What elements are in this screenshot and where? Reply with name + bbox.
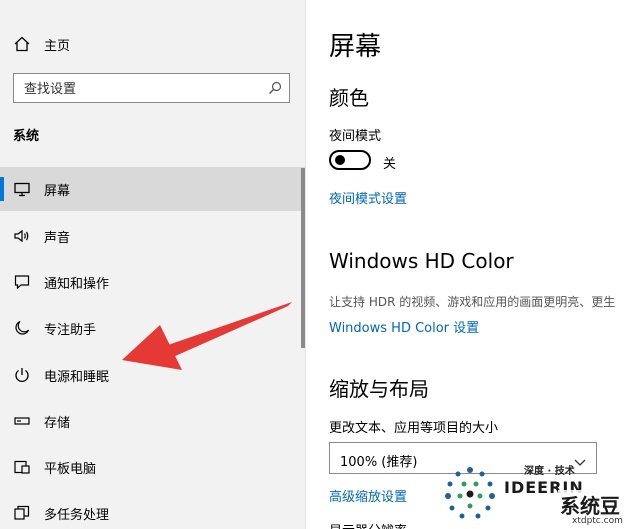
watermark-logo-icon [445, 467, 495, 519]
sidebar-item-label: 电源和睡眠 [44, 369, 110, 385]
sidebar-item-multitasking[interactable]: 多任务处理 [0, 491, 305, 529]
search-input[interactable] [24, 79, 254, 99]
sidebar-item-focus-assist[interactable]: 专注助手 [0, 306, 305, 350]
sidebar-item-label: 主页 [44, 38, 71, 54]
watermark-url: xtdptc.com [572, 516, 623, 526]
advanced-scaling-link[interactable]: 高级缩放设置 [329, 486, 407, 505]
speaker-icon [12, 226, 32, 246]
scale-layout-heading: 缩放与布局 [329, 377, 429, 401]
hd-color-heading: Windows HD Color [329, 249, 514, 273]
night-mode-label: 夜间模式 [329, 129, 382, 144]
sidebar-item-tablet[interactable]: 平板电脑 [0, 445, 305, 489]
toggle-knob [335, 155, 345, 165]
sidebar-item-display[interactable]: 屏幕 [0, 167, 305, 211]
sidebar-item-storage[interactable]: 存储 [0, 399, 305, 443]
section-heading-system: 系统 [13, 129, 40, 144]
night-mode-toggle[interactable] [329, 150, 371, 170]
sidebar-item-label: 屏幕 [44, 183, 71, 199]
search-box[interactable] [13, 73, 290, 103]
active-indicator [0, 177, 4, 201]
watermark-tagline: 深度 · 技术 [524, 466, 575, 477]
sidebar-item-label: 存储 [44, 415, 71, 431]
moon-icon [12, 318, 32, 338]
page-title: 屏幕 [329, 32, 382, 62]
multitasking-icon [12, 503, 32, 523]
sidebar-item-label: 平板电脑 [44, 461, 97, 477]
watermark: 深度 · 技术 IDEERIN 系统豆 xtdptc.com [440, 458, 640, 529]
scale-selected-value: 100% (推荐) [340, 455, 418, 470]
settings-sidebar: 主页 系统 屏幕 声音 通知和操作 专注助手 [0, 0, 305, 529]
resolution-label: 显示器分辨率 [329, 520, 407, 529]
tablet-icon [12, 457, 32, 477]
sidebar-item-label: 通知和操作 [44, 276, 110, 292]
hd-color-settings-link[interactable]: Windows HD Color 设置 [329, 317, 479, 336]
color-heading: 颜色 [329, 86, 369, 110]
sidebar-item-power-sleep[interactable]: 电源和睡眠 [0, 353, 305, 397]
search-icon[interactable] [267, 80, 283, 96]
night-mode-settings-link[interactable]: 夜间模式设置 [329, 188, 407, 207]
scale-label: 更改文本、应用等项目的大小 [329, 421, 499, 436]
sidebar-item-sound[interactable]: 声音 [0, 214, 305, 258]
sidebar-item-label: 声音 [44, 230, 71, 246]
notification-icon [12, 272, 32, 292]
power-icon [12, 365, 32, 385]
sidebar-item-label: 多任务处理 [44, 507, 110, 523]
home-icon [12, 34, 32, 54]
monitor-icon [12, 179, 32, 199]
sidebar-item-label: 专注助手 [44, 322, 97, 338]
hd-color-description: 让支持 HDR 的视频、游戏和应用的画面更明亮、更生 [329, 295, 616, 309]
sidebar-item-notifications[interactable]: 通知和操作 [0, 260, 305, 304]
watermark-site-name: 系统豆 [558, 490, 622, 519]
night-mode-state: 关 [383, 157, 397, 172]
display-settings-pane: 屏幕 颜色 夜间模式 关 夜间模式设置 Windows HD Color 让支持… [306, 0, 640, 529]
storage-icon [12, 411, 32, 431]
sidebar-item-home[interactable]: 主页 [0, 22, 305, 66]
